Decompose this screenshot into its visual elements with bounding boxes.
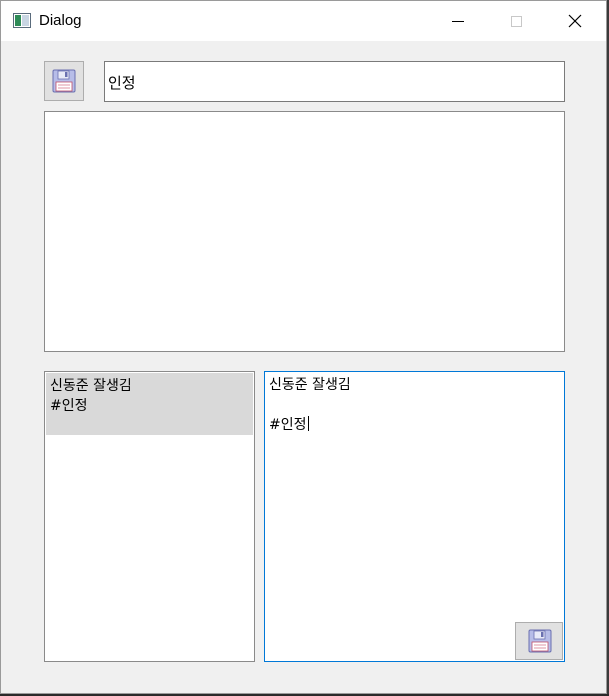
- minimize-icon: [452, 21, 464, 22]
- text-caret: [307, 416, 309, 431]
- floppy-disk-icon: [528, 629, 552, 653]
- save-button-editor[interactable]: [515, 622, 563, 660]
- close-icon: [568, 14, 582, 28]
- window-title: Dialog: [39, 12, 82, 29]
- editor-line-1: 신동준 잘생김: [269, 377, 351, 393]
- maximize-icon: [511, 16, 522, 27]
- maximize-button[interactable]: [487, 1, 545, 41]
- content-text-area[interactable]: [44, 111, 565, 352]
- save-button-top[interactable]: [44, 61, 84, 101]
- editor-line-3: #인정: [269, 417, 307, 433]
- floppy-disk-icon: [52, 69, 76, 93]
- minimize-button[interactable]: [429, 1, 487, 41]
- editor-text: 신동준 잘생김 #인정: [269, 375, 351, 435]
- post-list[interactable]: 신동준 잘생김 #인정: [44, 371, 255, 662]
- title-bar[interactable]: Dialog: [1, 1, 606, 41]
- close-button[interactable]: [546, 1, 604, 41]
- app-window-icon: [13, 13, 31, 28]
- list-item[interactable]: 신동준 잘생김 #인정: [46, 373, 253, 435]
- dialog-window: Dialog 인정 신동준 잘생김 #인정 신동준 잘생김 #인정: [0, 0, 607, 694]
- tag-input[interactable]: 인정: [104, 61, 565, 102]
- post-editor[interactable]: 신동준 잘생김 #인정: [264, 371, 565, 662]
